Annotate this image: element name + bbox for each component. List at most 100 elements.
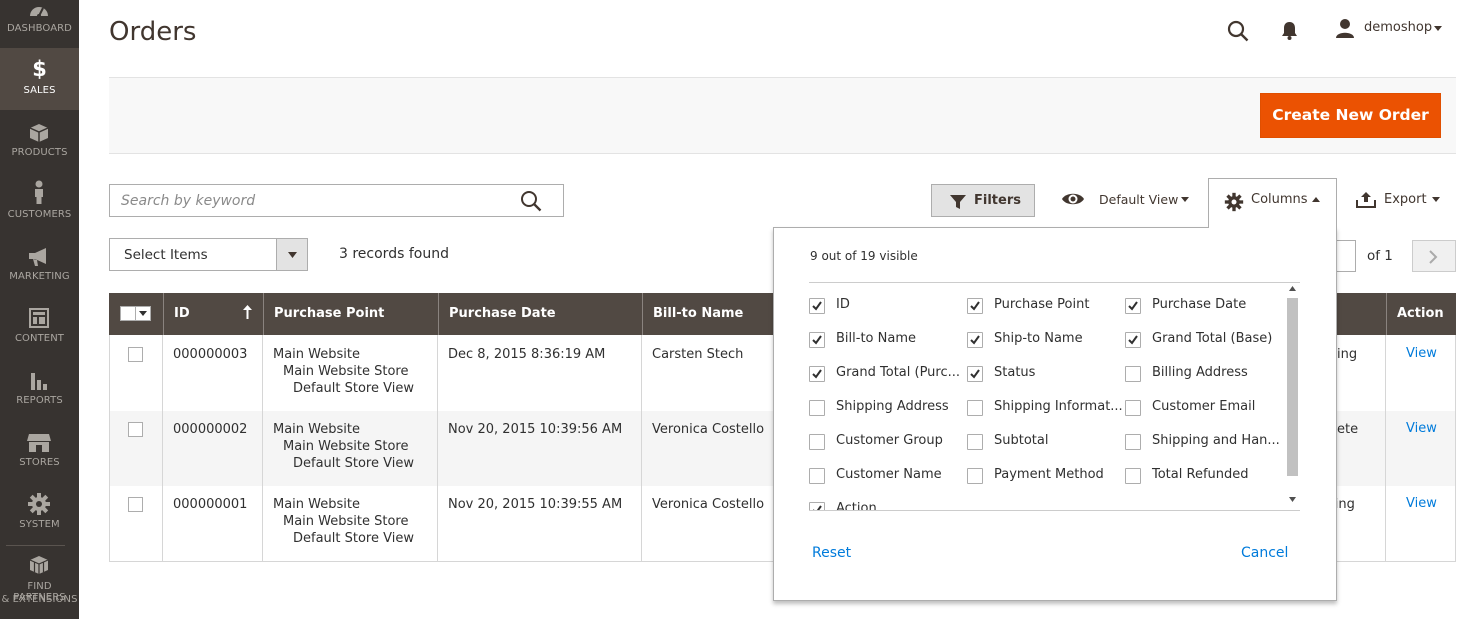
scroll-down-icon[interactable]: [1289, 497, 1296, 502]
column-divider: [162, 335, 163, 561]
sidebar-item-label: CONTENT: [14, 333, 65, 344]
order-id: 000000001: [173, 497, 248, 512]
sidebar-divider: [6, 545, 65, 546]
sidebar-item-customers[interactable]: CUSTOMERS: [0, 172, 79, 234]
row-checkbox[interactable]: [128, 347, 143, 362]
column-header-bill-to-name[interactable]: Bill-to Name: [642, 293, 777, 335]
reset-columns-link[interactable]: Reset: [812, 545, 851, 561]
page-total: of 1: [1367, 248, 1393, 264]
purchase-point: Main Website Main Website Store Default …: [273, 496, 414, 547]
purchase-point: Main Website Main Website Store Default …: [273, 421, 414, 472]
sidebar-item-sales[interactable]: $ SALES: [0, 48, 79, 110]
default-view-dropdown[interactable]: Default View: [1099, 192, 1178, 207]
column-checkbox[interactable]: [809, 332, 825, 348]
cubes-icon: [29, 556, 49, 574]
export-dropdown[interactable]: Export: [1384, 192, 1427, 207]
account-username[interactable]: demoshop: [1364, 20, 1432, 35]
keyword-search-box: [109, 184, 564, 217]
search-input[interactable]: [110, 185, 510, 216]
cancel-columns-link[interactable]: Cancel: [1241, 545, 1288, 561]
chevron-right-icon: [1429, 250, 1438, 264]
create-new-order-button[interactable]: Create New Order: [1260, 93, 1441, 138]
column-checkbox[interactable]: [809, 434, 825, 450]
sidebar-item-system[interactable]: SYSTEM: [0, 482, 79, 544]
column-option-label: Customer Name: [836, 467, 942, 482]
chevron-down-icon[interactable]: [1181, 197, 1189, 202]
column-checkbox[interactable]: [1125, 468, 1141, 484]
scroll-up-icon[interactable]: [1289, 286, 1296, 291]
columns-checkbox-list: ID Purchase Point Purchase Date Bill-to …: [809, 282, 1300, 511]
purchase-date: Nov 20, 2015 10:39:56 AM: [448, 422, 623, 437]
column-option-label: Billing Address: [1152, 365, 1248, 380]
sidebar-item-label: REPORTS: [16, 395, 63, 406]
next-page-button[interactable]: [1412, 240, 1456, 272]
mass-actions-toggle[interactable]: [276, 239, 307, 270]
user-icon[interactable]: [1335, 18, 1355, 38]
purchase-point-website: Main Website: [273, 422, 360, 437]
select-all-checkbox[interactable]: [120, 306, 151, 321]
columns-label[interactable]: Columns: [1251, 192, 1308, 207]
sort-ascending-icon[interactable]: [243, 305, 252, 319]
search-icon[interactable]: [1227, 20, 1249, 42]
column-header-purchase-point[interactable]: Purchase Point: [263, 293, 438, 335]
column-option-label: Shipping Informat...: [994, 399, 1123, 414]
column-option-label: Bill-to Name: [836, 331, 916, 346]
column-checkbox[interactable]: [967, 468, 983, 484]
column-checkbox[interactable]: [809, 468, 825, 484]
notification-bell-icon[interactable]: [1281, 21, 1298, 40]
column-checkbox[interactable]: [1125, 366, 1141, 382]
purchase-point-website: Main Website: [273, 347, 360, 362]
scrollbar-thumb[interactable]: [1287, 298, 1298, 476]
chevron-down-icon[interactable]: [1432, 197, 1440, 202]
sidebar-item-reports[interactable]: REPORTS: [0, 358, 79, 420]
sidebar-item-find-partners[interactable]: FIND PARTNERS & EXTENSIONS: [0, 550, 79, 619]
view-order-link[interactable]: View: [1406, 496, 1437, 511]
purchase-point: Main Website Main Website Store Default …: [273, 346, 414, 397]
sidebar-item-stores[interactable]: STORES: [0, 420, 79, 482]
box-icon: [29, 124, 49, 142]
sidebar-item-label: PRODUCTS: [11, 147, 68, 158]
chevron-up-icon[interactable]: [1312, 197, 1320, 202]
column-checkbox[interactable]: [967, 400, 983, 416]
column-checkbox[interactable]: [809, 502, 825, 510]
filters-button[interactable]: Filters: [931, 184, 1035, 217]
sidebar-item-label: STORES: [19, 457, 60, 468]
column-checkbox[interactable]: [809, 366, 825, 382]
column-divider: [1385, 335, 1386, 561]
columns-list-scrollbar[interactable]: [1286, 284, 1299, 510]
column-checkbox[interactable]: [809, 400, 825, 416]
row-checkbox[interactable]: [128, 422, 143, 437]
column-checkbox[interactable]: [967, 434, 983, 450]
column-option-label: ID: [836, 297, 850, 312]
sidebar-item-products[interactable]: PRODUCTS: [0, 110, 79, 172]
chevron-down-icon[interactable]: [1434, 26, 1442, 31]
mass-actions-select[interactable]: Select Items: [109, 238, 308, 271]
column-checkbox[interactable]: [809, 298, 825, 314]
megaphone-icon: [29, 248, 46, 266]
column-checkbox[interactable]: [1125, 400, 1141, 416]
bill-to-name: Veronica Costello: [652, 422, 765, 437]
column-checkbox[interactable]: [1125, 332, 1141, 348]
column-checkbox[interactable]: [967, 366, 983, 382]
bar-chart-icon: [31, 373, 47, 390]
sidebar-item-marketing[interactable]: MARKETING: [0, 234, 79, 296]
column-header-purchase-date[interactable]: Purchase Date: [438, 293, 642, 335]
storefront-icon: [27, 434, 51, 452]
eye-icon[interactable]: [1061, 191, 1085, 207]
search-icon[interactable]: [520, 190, 542, 212]
column-checkbox[interactable]: [967, 298, 983, 314]
row-checkbox[interactable]: [128, 497, 143, 512]
column-checkbox[interactable]: [1125, 434, 1141, 450]
column-checkbox[interactable]: [967, 332, 983, 348]
export-icon[interactable]: [1356, 192, 1376, 208]
purchase-date: Dec 8, 2015 8:36:19 AM: [448, 347, 606, 362]
sidebar-item-dashboard[interactable]: DASHBOARD: [0, 0, 79, 48]
view-order-link[interactable]: View: [1406, 421, 1437, 436]
gear-icon: [1224, 192, 1244, 212]
column-option-label: Subtotal: [994, 433, 1049, 448]
column-checkbox[interactable]: [1125, 298, 1141, 314]
column-option-label: Action: [836, 501, 877, 511]
column-option-label: Status: [994, 365, 1036, 380]
sidebar-item-content[interactable]: CONTENT: [0, 296, 79, 358]
view-order-link[interactable]: View: [1406, 346, 1437, 361]
